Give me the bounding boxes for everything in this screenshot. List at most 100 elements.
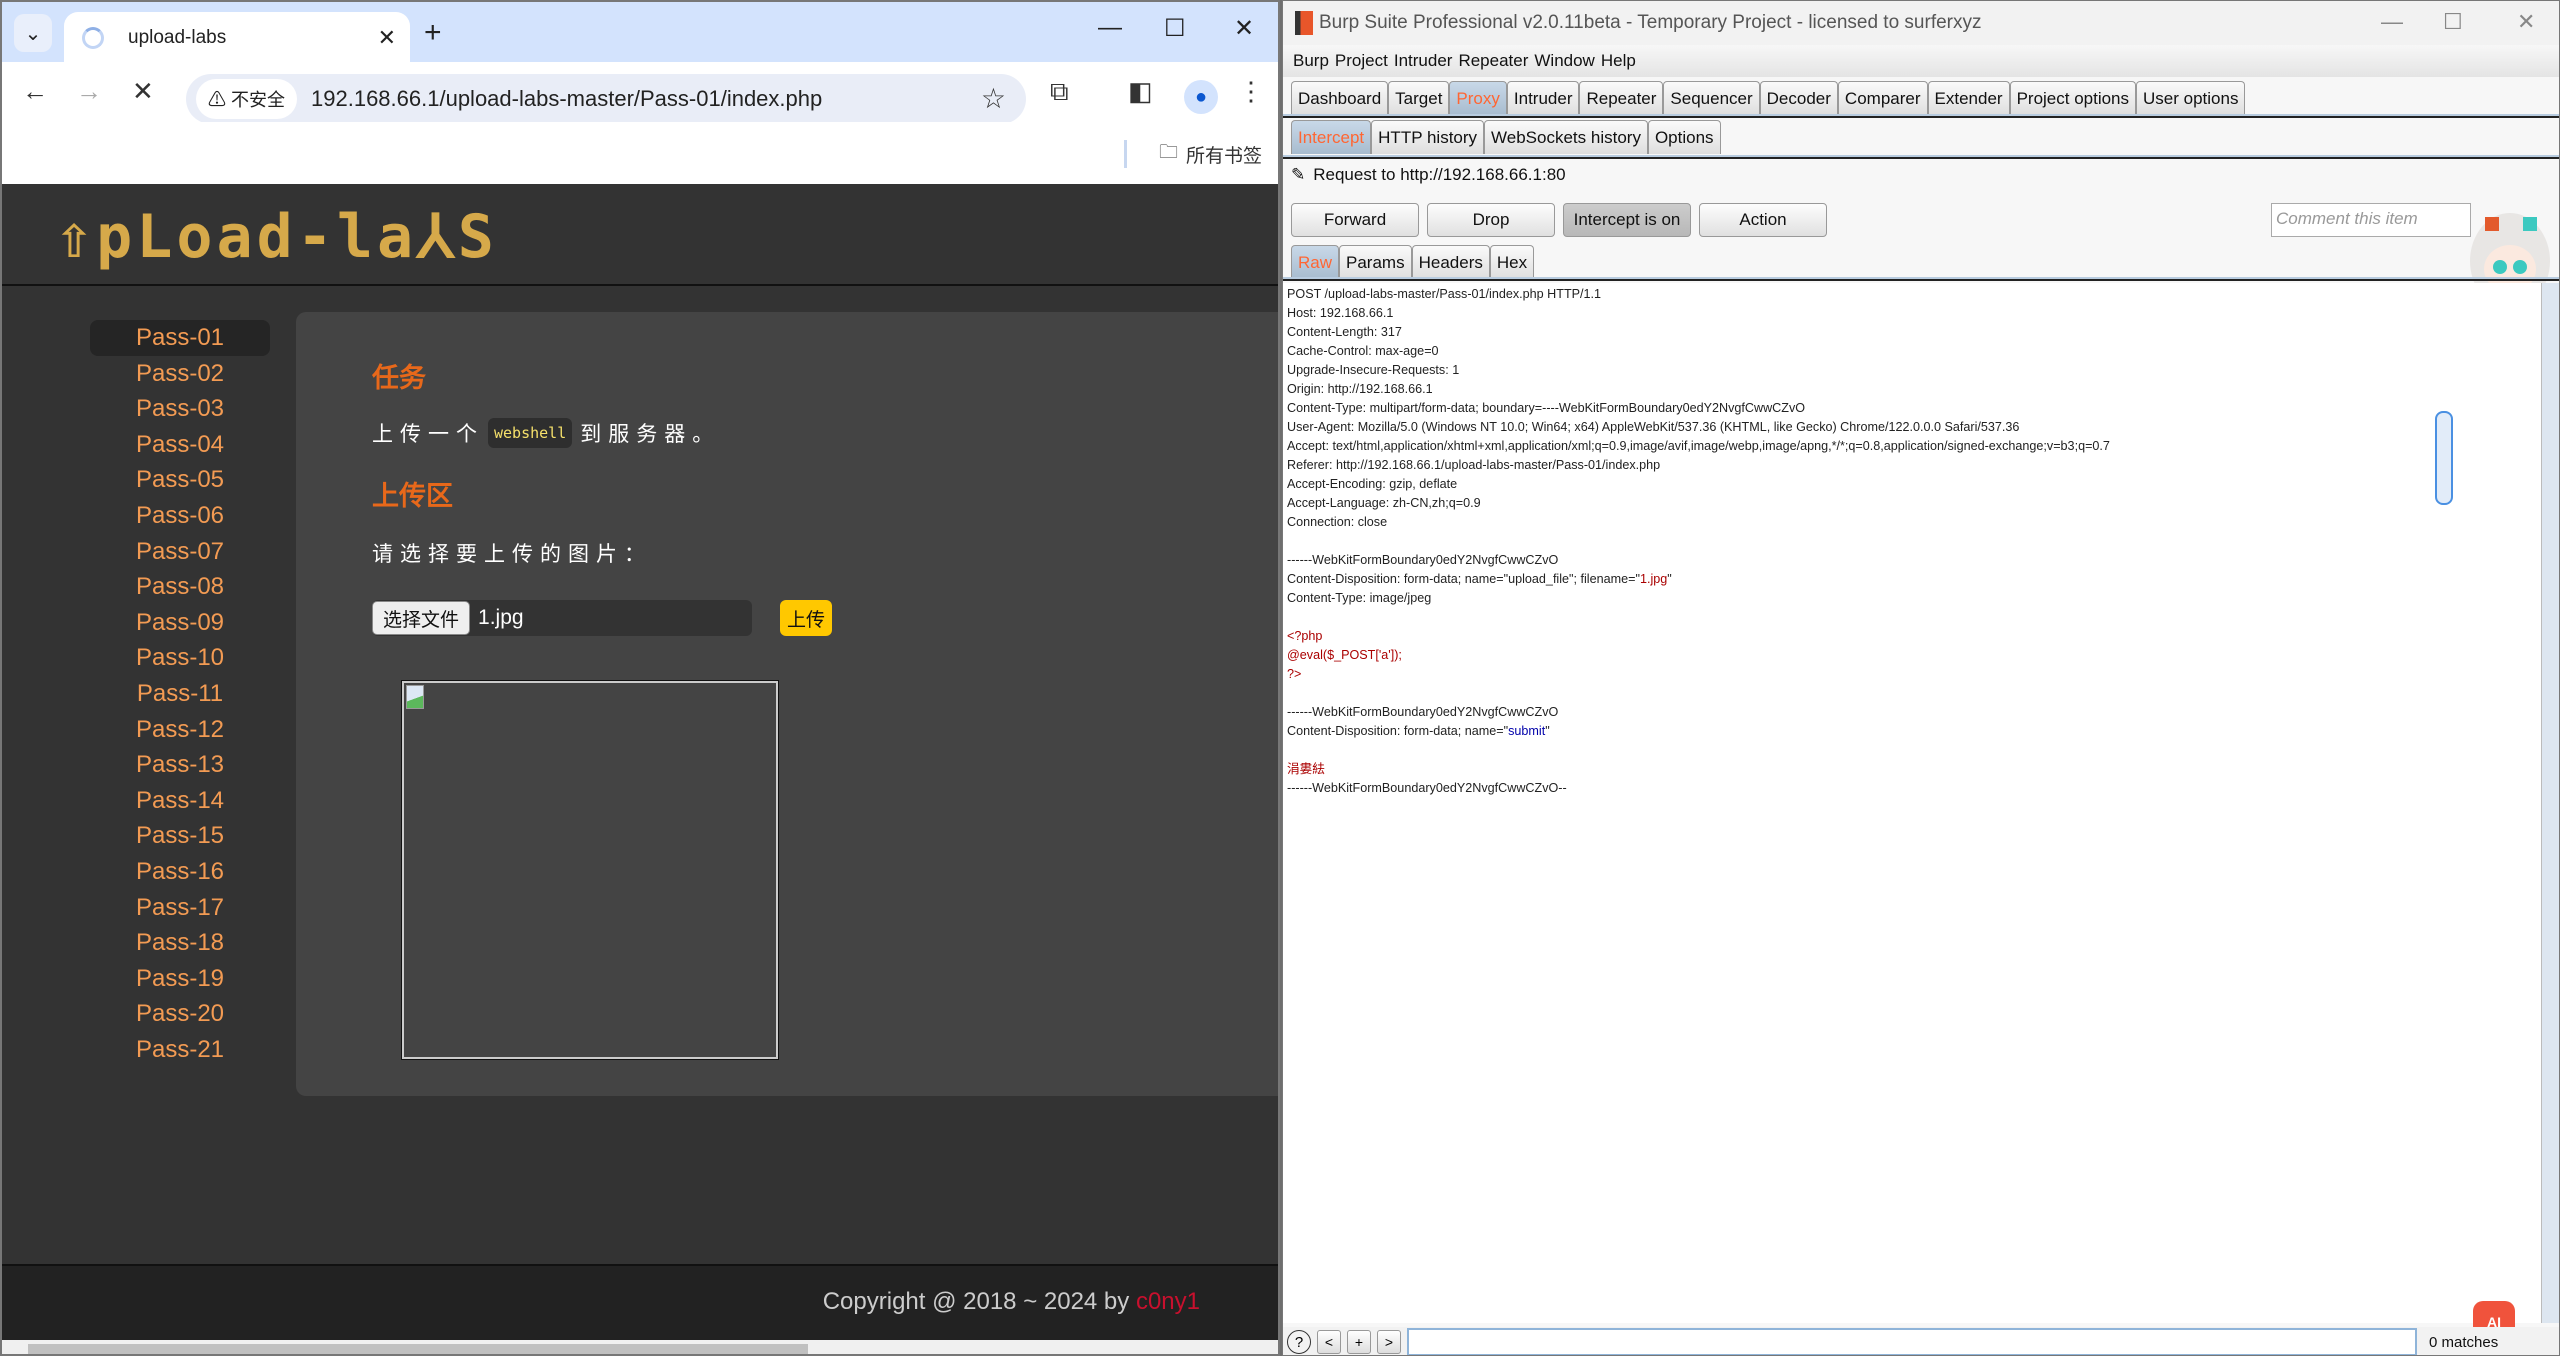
tab-search-button[interactable]: ⌄ bbox=[14, 14, 52, 52]
security-warning-chip[interactable]: ⚠ 不安全 bbox=[196, 79, 298, 119]
sidebar-item-pass-20[interactable]: Pass-20 bbox=[90, 996, 270, 1032]
tab-target[interactable]: Target bbox=[1388, 81, 1450, 115]
folder-icon: 🗀 bbox=[1158, 142, 1178, 163]
help-icon[interactable]: ? bbox=[1287, 1330, 1311, 1354]
menu-burp[interactable]: Burp bbox=[1293, 51, 1329, 71]
tab-decoder[interactable]: Decoder bbox=[1759, 81, 1838, 115]
search-bar: ? < + > 0 matches bbox=[1283, 1327, 2559, 1355]
intercept-toggle-button[interactable]: Intercept is on bbox=[1563, 203, 1691, 237]
search-input[interactable] bbox=[1407, 1328, 2417, 1355]
search-next-button[interactable]: > bbox=[1377, 1330, 1401, 1354]
author-link[interactable]: c0ny1 bbox=[1136, 1288, 1200, 1315]
menu-repeater[interactable]: Repeater bbox=[1458, 51, 1528, 71]
tab-sequencer[interactable]: Sequencer bbox=[1663, 81, 1760, 115]
window-close-icon[interactable]: ✕ bbox=[1234, 14, 1254, 43]
subtab-http-history[interactable]: HTTP history bbox=[1371, 120, 1485, 154]
sidebar-item-pass-01[interactable]: Pass-01 bbox=[90, 320, 270, 356]
sidebar-item-pass-10[interactable]: Pass-10 bbox=[90, 640, 270, 676]
burp-main-tabs: Dashboard Target Proxy Intruder Repeater Sequ… bbox=[1291, 81, 2246, 115]
menu-window[interactable]: Window bbox=[1534, 51, 1594, 71]
search-prev-button[interactable]: < bbox=[1317, 1330, 1341, 1354]
request-line-text: " bbox=[1545, 724, 1550, 738]
request-line-text: Connection: close bbox=[1287, 515, 1388, 529]
tab-proxy[interactable]: Proxy bbox=[1449, 81, 1507, 115]
tab-close-icon[interactable]: ✕ bbox=[378, 25, 396, 51]
menu-help[interactable]: Help bbox=[1601, 51, 1636, 71]
tab-intruder[interactable]: Intruder bbox=[1506, 81, 1580, 115]
burp-close-icon[interactable]: ✕ bbox=[2517, 9, 2535, 35]
sidebar-item-pass-05[interactable]: Pass-05 bbox=[90, 462, 270, 498]
comment-input[interactable]: Comment this item bbox=[2271, 203, 2471, 237]
sidebar-item-pass-13[interactable]: Pass-13 bbox=[90, 747, 270, 783]
file-input[interactable]: 选择文件 1.jpg bbox=[372, 600, 752, 636]
back-arrow-icon[interactable]: ← bbox=[22, 76, 48, 107]
tab-comparer[interactable]: Comparer bbox=[1837, 81, 1928, 115]
sidebar-item-pass-02[interactable]: Pass-02 bbox=[90, 356, 270, 392]
sidebar-item-pass-18[interactable]: Pass-18 bbox=[90, 925, 270, 961]
sidebar-item-pass-03[interactable]: Pass-03 bbox=[90, 391, 270, 427]
profile-avatar-icon[interactable]: ● bbox=[1184, 80, 1218, 114]
bookmark-star-icon[interactable]: ☆ bbox=[981, 82, 1006, 115]
sidebar-item-pass-04[interactable]: Pass-04 bbox=[90, 427, 270, 463]
sidebar-item-pass-07[interactable]: Pass-07 bbox=[90, 534, 270, 570]
sidebar-item-pass-06[interactable]: Pass-06 bbox=[90, 498, 270, 534]
request-line-text: Content-Type: multipart/form-data; bound… bbox=[1287, 401, 1806, 415]
maximize-icon[interactable]: ☐ bbox=[1164, 14, 1186, 43]
sidebar-item-pass-15[interactable]: Pass-15 bbox=[90, 818, 270, 854]
tab-extender[interactable]: Extender bbox=[1927, 81, 2010, 115]
request-line: ?> bbox=[1287, 665, 2537, 684]
burp-maximize-icon[interactable]: ☐ bbox=[2443, 9, 2463, 35]
menu-project[interactable]: Project bbox=[1335, 51, 1388, 71]
view-tab-hex[interactable]: Hex bbox=[1489, 245, 1535, 279]
sidebar-item-pass-21[interactable]: Pass-21 bbox=[90, 1032, 270, 1068]
sidebar-item-pass-09[interactable]: Pass-09 bbox=[90, 605, 270, 641]
sidebar-item-pass-14[interactable]: Pass-14 bbox=[90, 783, 270, 819]
upload-submit-button[interactable]: 上传 bbox=[780, 600, 832, 636]
sidebar-item-pass-19[interactable]: Pass-19 bbox=[90, 961, 270, 997]
forward-button[interactable]: Forward bbox=[1291, 203, 1419, 237]
tab-repeater[interactable]: Repeater bbox=[1579, 81, 1664, 115]
tab-user-options[interactable]: User options bbox=[2136, 81, 2246, 115]
upload-labs-logo[interactable]: ⇧pLoad-la⅄S bbox=[56, 202, 498, 272]
choose-file-button[interactable]: 选择文件 bbox=[372, 601, 471, 635]
request-line-text: ------WebKitFormBoundary0edY2NvgfCwwCZvO bbox=[1287, 553, 1559, 567]
request-line: Origin: http://192.168.66.1 bbox=[1287, 380, 2537, 399]
chrome-menu-icon[interactable]: ⋮ bbox=[1238, 76, 1264, 107]
sidebar-item-pass-11[interactable]: Pass-11 bbox=[90, 676, 270, 712]
tab-project-options[interactable]: Project options bbox=[2009, 81, 2137, 115]
editor-scroll-indicator[interactable] bbox=[2435, 411, 2453, 505]
extensions-puzzle-icon[interactable]: ⧉ bbox=[1050, 76, 1069, 108]
subtab-options[interactable]: Options bbox=[1647, 120, 1721, 154]
browser-tab-upload-labs[interactable]: upload-labs ✕ bbox=[64, 12, 410, 64]
tab-dashboard[interactable]: Dashboard bbox=[1291, 81, 1389, 115]
all-bookmarks-button[interactable]: 🗀 所有书签 bbox=[1159, 138, 1262, 170]
action-button[interactable]: Action bbox=[1699, 203, 1827, 237]
horizontal-scrollbar[interactable] bbox=[2, 1340, 1278, 1354]
menu-intruder[interactable]: Intruder bbox=[1394, 51, 1453, 71]
pencil-edit-icon[interactable]: ✎ bbox=[1291, 165, 1305, 185]
sidebar-item-pass-17[interactable]: Pass-17 bbox=[90, 890, 270, 926]
request-line-text: Host: 192.168.66.1 bbox=[1287, 306, 1394, 320]
minimize-icon[interactable]: — bbox=[1098, 14, 1122, 42]
view-tab-raw[interactable]: Raw bbox=[1291, 245, 1340, 279]
subtab-websockets-history[interactable]: WebSockets history bbox=[1484, 120, 1648, 154]
sidebar-item-pass-08[interactable]: Pass-08 bbox=[90, 569, 270, 605]
side-panel-icon[interactable]: ◧ bbox=[1128, 76, 1153, 107]
view-tab-params[interactable]: Params bbox=[1339, 245, 1412, 279]
scrollbar-thumb[interactable] bbox=[28, 1344, 808, 1354]
request-editor[interactable]: POST /upload-labs-master/Pass-01/index.p… bbox=[1283, 283, 2541, 1323]
sidebar-item-pass-12[interactable]: Pass-12 bbox=[90, 712, 270, 748]
request-line-highlight: ?> bbox=[1287, 667, 1302, 681]
drop-button[interactable]: Drop bbox=[1427, 203, 1555, 237]
url-text[interactable]: 192.168.66.1/upload-labs-master/Pass-01/… bbox=[311, 86, 822, 112]
subtab-intercept[interactable]: Intercept bbox=[1291, 120, 1372, 154]
stop-loading-icon[interactable]: ✕ bbox=[132, 76, 154, 107]
forward-arrow-icon[interactable]: → bbox=[76, 76, 102, 107]
view-tab-headers[interactable]: Headers bbox=[1411, 245, 1490, 279]
editor-vertical-scrollbar[interactable] bbox=[2541, 283, 2559, 1323]
burp-minimize-icon[interactable]: — bbox=[2381, 9, 2403, 35]
new-tab-button[interactable]: + bbox=[424, 16, 442, 50]
search-add-button[interactable]: + bbox=[1347, 1330, 1371, 1354]
sidebar-item-pass-16[interactable]: Pass-16 bbox=[90, 854, 270, 890]
address-bar[interactable]: ⚠ 不安全 192.168.66.1/upload-labs-master/Pa… bbox=[186, 74, 1026, 124]
